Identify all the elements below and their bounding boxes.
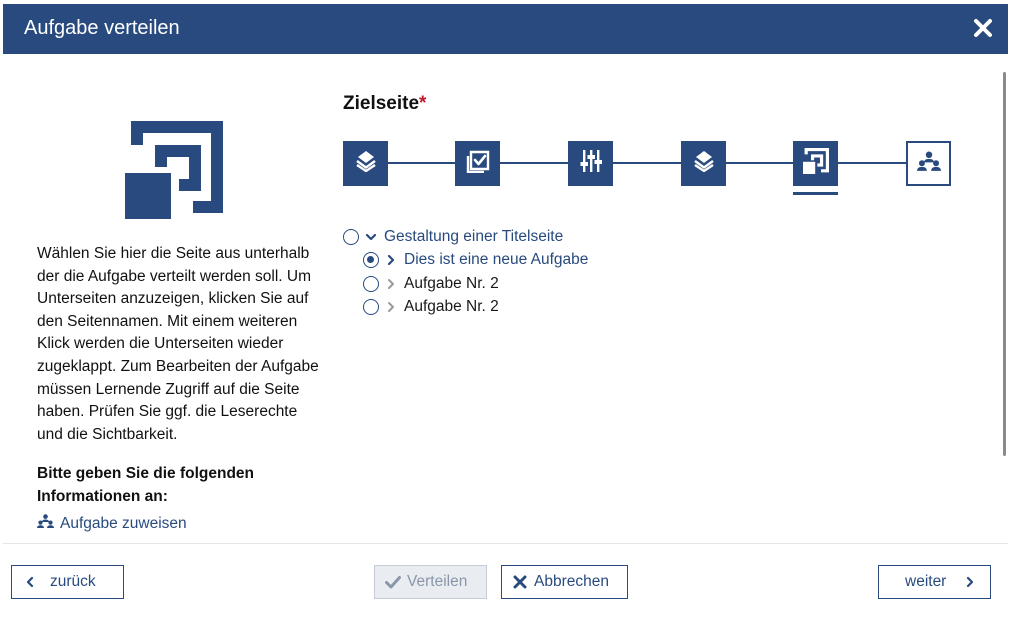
- distribute-button[interactable]: Verteilen: [374, 565, 487, 599]
- dialog-title: Aufgabe verteilen: [24, 17, 180, 39]
- tree-node-radio[interactable]: [363, 299, 379, 315]
- chevron-left-icon: [24, 576, 36, 588]
- step-6-button[interactable]: [906, 141, 951, 186]
- users-group-icon: [37, 514, 54, 533]
- layers-icon: [354, 150, 378, 177]
- page-select-icon: [802, 148, 829, 179]
- step-2-button[interactable]: [455, 141, 500, 186]
- next-label: weiter: [905, 573, 947, 590]
- next-button[interactable]: weiter: [878, 565, 991, 599]
- tree-node-label[interactable]: Dies ist eine neue Aufgabe: [404, 251, 588, 269]
- page-select-icon: [125, 121, 223, 224]
- active-step-indicator: [793, 192, 838, 195]
- users-group-icon: [916, 151, 941, 176]
- tree-node: Gestaltung einer Titelseite: [343, 228, 563, 246]
- assign-task-label: Aufgabe zuweisen: [60, 514, 187, 532]
- tree-node-radio[interactable]: [363, 252, 379, 268]
- distribute-label: Verteilen: [407, 573, 468, 590]
- scrollbar[interactable]: [1003, 72, 1006, 456]
- assign-task-link[interactable]: Aufgabe zuweisen: [37, 514, 187, 533]
- cancel-button[interactable]: Abbrechen: [501, 565, 628, 599]
- tree-node-radio[interactable]: [343, 229, 359, 245]
- tree-node-label[interactable]: Gestaltung einer Titelseite: [384, 228, 563, 246]
- tree-node-label[interactable]: Aufgabe Nr. 2: [404, 298, 499, 316]
- chevron-down-icon[interactable]: [364, 230, 378, 244]
- back-label: zurück: [50, 573, 96, 590]
- tree-node: Aufgabe Nr. 2: [363, 275, 499, 293]
- check-icon: [385, 575, 401, 589]
- dialog-header: Aufgabe verteilen: [3, 4, 1008, 54]
- tree-node-label[interactable]: Aufgabe Nr. 2: [404, 275, 499, 293]
- layers-icon: [692, 150, 716, 177]
- tree-node-radio[interactable]: [363, 276, 379, 292]
- section-title-text: Zielseite: [343, 93, 420, 114]
- required-mark: *: [419, 93, 427, 114]
- chevron-right-icon[interactable]: [384, 300, 398, 314]
- checkbox-icon: [466, 149, 490, 178]
- step-1-button[interactable]: [343, 141, 388, 186]
- wizard-progress-line: [363, 162, 933, 164]
- back-button[interactable]: zurück: [11, 565, 124, 599]
- sliders-icon: [580, 149, 602, 178]
- distribute-task-dialog: Aufgabe verteilen Wählen Sie hier die Se…: [3, 4, 1008, 618]
- chevron-right-icon[interactable]: [384, 253, 398, 267]
- step-3-button[interactable]: [568, 141, 613, 186]
- cancel-label: Abbrechen: [534, 573, 609, 590]
- section-title: Zielseite*: [343, 93, 426, 115]
- info-title: Bitte geben Sie die folgenden Informatio…: [37, 465, 255, 505]
- close-icon[interactable]: [972, 17, 994, 39]
- step-4-button[interactable]: [681, 141, 726, 186]
- chevron-right-icon: [964, 576, 976, 588]
- chevron-right-icon[interactable]: [384, 277, 398, 291]
- tree-node: Dies ist eine neue Aufgabe: [363, 251, 588, 269]
- step-5-button-active[interactable]: [793, 141, 838, 186]
- tree-node: Aufgabe Nr. 2: [363, 298, 499, 316]
- help-text: Wählen Sie hier die Seite aus unterhalb …: [37, 245, 319, 443]
- close-x-icon: [513, 575, 527, 589]
- footer-divider: [3, 543, 1008, 544]
